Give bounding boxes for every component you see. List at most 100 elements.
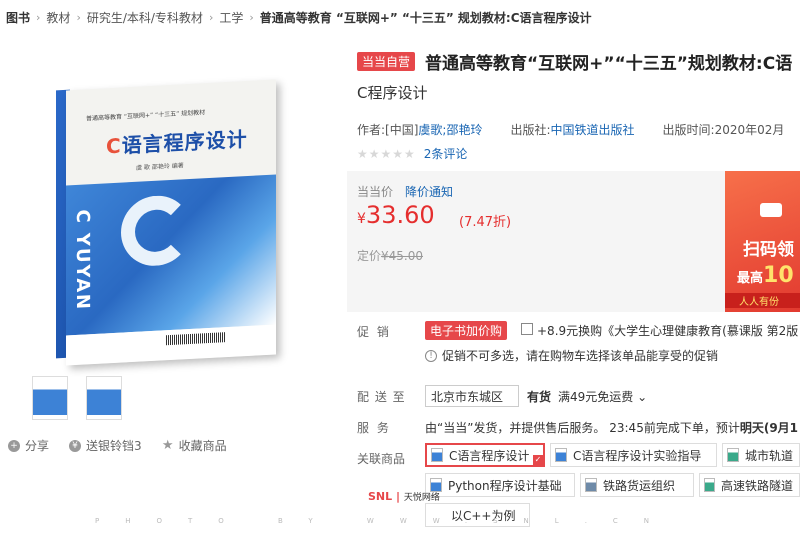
- price-value: 33.60: [365, 201, 435, 229]
- publisher-label: 出版社:: [510, 123, 551, 137]
- share-icon: +: [8, 439, 20, 452]
- current-price: ¥33.60: [357, 201, 435, 229]
- send-coin-label: 送银铃铛3: [86, 439, 142, 453]
- thumbnail-strip: [32, 376, 122, 420]
- product-meta: 作者:[中国]虞歌;邵艳玲 出版社:中国铁道出版社 出版时间:2020年02月: [357, 121, 800, 138]
- book-thumb-icon: [431, 448, 443, 462]
- related-item-label: 城市轨道: [744, 448, 793, 463]
- book-front: 普通高等教育 “互联网+” “十三五” 规划教材 C语言程序设计 虞 歌 邵艳玲…: [66, 79, 276, 366]
- shipping-text: 满49元免运费: [558, 390, 634, 404]
- cover-title-c: C: [106, 133, 122, 159]
- self-operated-badge: 当当自营: [357, 52, 416, 71]
- price-label: 当当价: [357, 185, 394, 199]
- related-item[interactable]: 铁路货运组织: [580, 473, 694, 497]
- banner-all-text: 人人有份: [725, 293, 800, 308]
- check-icon: ✓: [533, 455, 543, 465]
- chevron-right-icon: ›: [36, 11, 41, 24]
- service-label: 服 务: [357, 421, 391, 435]
- book-thumb-icon: [555, 448, 567, 462]
- book-thumb-icon: [727, 448, 739, 462]
- cover-authors: 虞 歌 邵艳玲 编著: [136, 162, 184, 172]
- chevron-right-icon: ›: [208, 11, 214, 24]
- list-price-value: ¥45.00: [381, 249, 424, 263]
- related-item-label: 铁路货运组织: [603, 478, 676, 493]
- shipping-info[interactable]: 满49元免运费 ⌄: [558, 388, 647, 405]
- related-item-label: C语言程序设计实验指导: [573, 448, 702, 463]
- product-title: 普通高等教育“互联网+”“十三五”规划教材:C语: [425, 54, 793, 74]
- related-label: 关联商品: [357, 452, 406, 466]
- banner-scan-text: 扫码领: [743, 240, 794, 260]
- watermark-logo-text: SNL: [368, 490, 393, 503]
- star-icon: ★: [161, 437, 174, 453]
- stock-status: 有货: [527, 390, 552, 404]
- related-item[interactable]: Python程序设计基础: [425, 473, 575, 497]
- publish-date: 出版时间:2020年02月: [662, 123, 785, 137]
- breadcrumb-item-books[interactable]: 图书: [6, 9, 30, 26]
- book-thumb-icon: [704, 478, 715, 492]
- promo-label: 促 销: [357, 325, 391, 339]
- list-price: 定价¥45.00: [357, 247, 423, 264]
- related-item[interactable]: 城市轨道: [722, 443, 800, 467]
- share-label: 分享: [25, 439, 50, 453]
- related-item-label: Python程序设计基础: [448, 478, 562, 493]
- service-text: 由“当当”发货，并提供售后服务。 23:45前完成下单，预计明天(9月1: [425, 419, 798, 436]
- product-actions: + 分享 ¥ 送银铃铛3 ★ 收藏商品: [8, 437, 227, 454]
- region-selector[interactable]: 北京市东城区: [425, 385, 519, 407]
- watermark-logo-sub: 天悦网络: [403, 493, 440, 503]
- breadcrumb: 图书 › 教材 › 研究生/本科/专科教材 › 工学 › 普通高等教育 “互联网…: [6, 9, 592, 26]
- promo-note: ! 促销不可多选，请在购物车选择该单品能享受的促销: [425, 347, 718, 364]
- rating-stars-icon: ★★★★★: [357, 146, 416, 161]
- thumbnail-2[interactable]: [86, 376, 122, 420]
- banner-max-value: 10: [763, 263, 794, 288]
- list-price-label: 定价: [357, 249, 382, 263]
- favorite-label: 收藏商品: [178, 439, 227, 453]
- cover-title: C语言程序设计: [106, 123, 248, 159]
- related-item-label: C语言程序设计: [449, 448, 530, 463]
- chevron-right-icon: ›: [249, 11, 254, 24]
- currency-symbol: ¥: [357, 211, 366, 227]
- related-item-label: 高速铁路隧道: [720, 478, 793, 493]
- publisher-info: 出版社:中国铁道出版社: [510, 121, 634, 138]
- ebook-addon-tag[interactable]: 电子书加价购: [425, 321, 508, 340]
- bell-icon: ¥: [69, 439, 82, 452]
- price-alert-link[interactable]: 降价通知: [405, 183, 453, 200]
- price-discount: (7.47折): [459, 215, 512, 230]
- book-thumb-icon: [585, 478, 597, 492]
- product-cover-image[interactable]: 普通高等教育 “互联网+” “十三五” 规划教材 C语言程序设计 虞 歌 邵艳玲…: [28, 40, 313, 366]
- promo-note-text: 促销不可多选，请在购物车选择该单品能享受的促销: [442, 349, 719, 363]
- service-text-bold: 明天(9月1: [739, 421, 799, 435]
- author-label: 作者:[中国]: [357, 123, 419, 137]
- favorite-button[interactable]: ★ 收藏商品: [162, 437, 227, 454]
- cover-vertical-text: C YUYAN: [72, 209, 93, 312]
- banner-max-text: 最高10: [737, 263, 794, 288]
- related-item[interactable]: C语言程序设计 ✓: [425, 443, 545, 467]
- breadcrumb-item-textbooks[interactable]: 教材: [46, 9, 70, 26]
- author-link[interactable]: 虞歌;邵艳玲: [418, 123, 482, 137]
- breadcrumb-item-engineering[interactable]: 工学: [219, 9, 243, 26]
- chevron-down-icon: ⌄: [633, 390, 648, 404]
- rating: ★★★★★ 2条评论: [357, 145, 467, 162]
- breadcrumb-item-current: 普通高等教育 “互联网+” “十三五” 规划教材:C语言程序设计: [259, 11, 592, 25]
- scan-code-banner[interactable]: 扫码领 最高10 人人有份: [725, 171, 800, 312]
- cover-title-rest: 语言程序设计: [121, 126, 248, 158]
- product-subtitle: C程序设计: [357, 84, 428, 102]
- send-coin-button[interactable]: ¥ 送银铃铛3: [69, 437, 142, 454]
- related-item[interactable]: 高速铁路隧道: [699, 473, 800, 497]
- delivery-label: 配 送 至: [357, 390, 406, 404]
- addon-checkbox[interactable]: [521, 323, 533, 335]
- watermark-text: PHOTO BY WWW.SNL.CN: [95, 517, 676, 525]
- related-item[interactable]: C语言程序设计实验指导: [550, 443, 717, 467]
- reviews-link[interactable]: 2条评论: [424, 145, 468, 162]
- service-text-main: 由“当当”发货，并提供售后服务。 23:45前完成下单，预计: [425, 421, 740, 435]
- addon-text[interactable]: +8.9元换购《大学生心理健康教育(慕课版 第2版: [537, 322, 798, 339]
- author-info: 作者:[中国]虞歌;邵艳玲: [357, 121, 482, 138]
- share-button[interactable]: + 分享: [8, 437, 49, 454]
- warning-icon: !: [425, 349, 437, 362]
- banner-max-prefix: 最高: [737, 271, 764, 286]
- publisher-link[interactable]: 中国铁道出版社: [551, 123, 635, 137]
- watermark-logo: SNL | 天悦网络: [368, 490, 440, 503]
- thumbnail-1[interactable]: [32, 376, 68, 420]
- breadcrumb-item-university[interactable]: 研究生/本科/专科教材: [87, 9, 203, 26]
- chevron-right-icon: ›: [76, 11, 81, 24]
- phone-icon: [760, 203, 782, 217]
